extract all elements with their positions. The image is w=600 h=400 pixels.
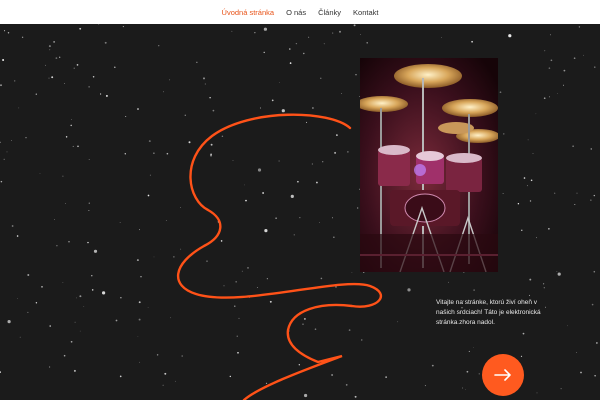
- hero-section: Vitajte na stránke, ktorú živí oheň v na…: [0, 24, 600, 400]
- arrow-right-icon: [494, 369, 511, 381]
- nav-item-about[interactable]: O nás: [286, 8, 306, 17]
- nav-item-contact[interactable]: Kontakt: [353, 8, 378, 17]
- drum-kit-photo: [360, 58, 498, 272]
- welcome-text: Vitajte na stránke, ktorú živí oheň v na…: [436, 299, 541, 326]
- top-navigation: Úvodná stránka O nás Články Kontakt: [0, 0, 600, 24]
- nav-item-home[interactable]: Úvodná stránka: [222, 8, 275, 17]
- nav-item-articles[interactable]: Články: [318, 8, 341, 17]
- decorative-squiggle: [177, 113, 383, 400]
- scroll-next-button[interactable]: [482, 354, 524, 396]
